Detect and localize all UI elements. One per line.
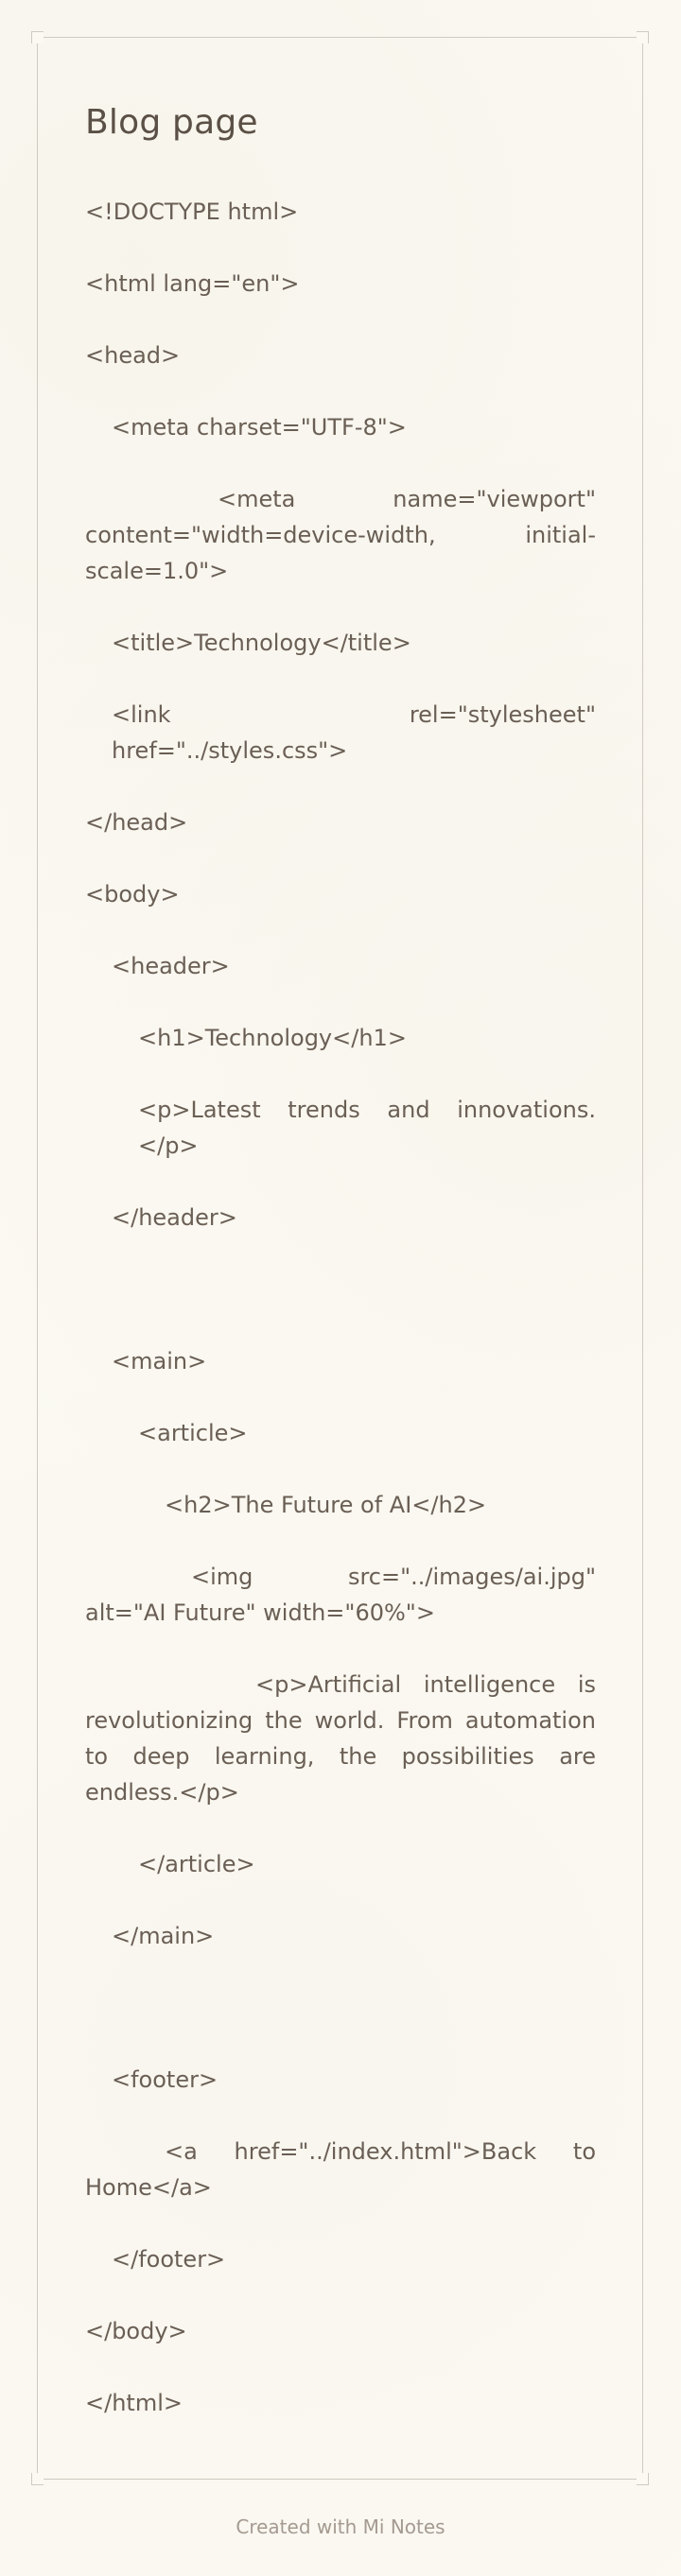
code-line-article-open: <article>: [138, 1420, 248, 1447]
code-line-body-open: <body>: [85, 881, 180, 908]
code-line-h1: <h1>Technology</h1>: [138, 1025, 407, 1052]
code-line-footer-close: </footer>: [112, 2246, 226, 2273]
code-line-head-open: <head>: [85, 342, 181, 370]
code-line-main-open: <main>: [112, 1348, 207, 1375]
code-line-html-close: </html>: [85, 2390, 183, 2417]
code-line-meta-viewport: <meta name="viewport" content="width=dev…: [85, 486, 596, 585]
frame-corner-bottom-right: [637, 2473, 649, 2485]
code-line-img: <img src="../images/ai.jpg" alt="AI Futu…: [85, 1564, 596, 1627]
code-line-article-close: </article>: [138, 1851, 255, 1878]
code-line-back-home-link: <a href="../index.html">Back to Home</a>: [85, 2138, 596, 2202]
created-with-footer: Created with Mi Notes: [236, 2515, 445, 2538]
code-line-stylesheet: <link rel="stylesheet" href="../styles.c…: [112, 701, 596, 765]
note-title: Blog page: [85, 103, 258, 142]
code-line-head-close: </head>: [85, 809, 188, 837]
frame-corner-top-right: [637, 31, 649, 43]
code-line-header-paragraph: <p>Latest trends and innovations.</p>: [138, 1097, 596, 1160]
code-line-html-open: <html lang="en">: [85, 270, 300, 298]
code-line-body-close: </body>: [85, 2318, 187, 2345]
note-content: Blog page <!DOCTYPE html> <html lang="en…: [85, 102, 596, 2457]
code-line-meta-charset: <meta charset="UTF-8">: [112, 414, 407, 441]
code-line-title: <title>Technology</title>: [112, 630, 411, 657]
frame-corner-bottom-left: [31, 2473, 44, 2485]
code-line-header-close: </header>: [112, 1204, 237, 1232]
code-line-doctype: <!DOCTYPE html>: [85, 199, 299, 226]
code-line-h2: <h2>The Future of AI</h2>: [165, 1492, 487, 1519]
code-line-article-paragraph: <p>Artificial intelligence is revolution…: [85, 1671, 596, 1807]
code-line-main-close: </main>: [112, 1923, 215, 1950]
code-line-header-open: <header>: [112, 953, 230, 980]
code-line-footer-open: <footer>: [112, 2066, 218, 2094]
frame-corner-top-left: [31, 31, 44, 43]
